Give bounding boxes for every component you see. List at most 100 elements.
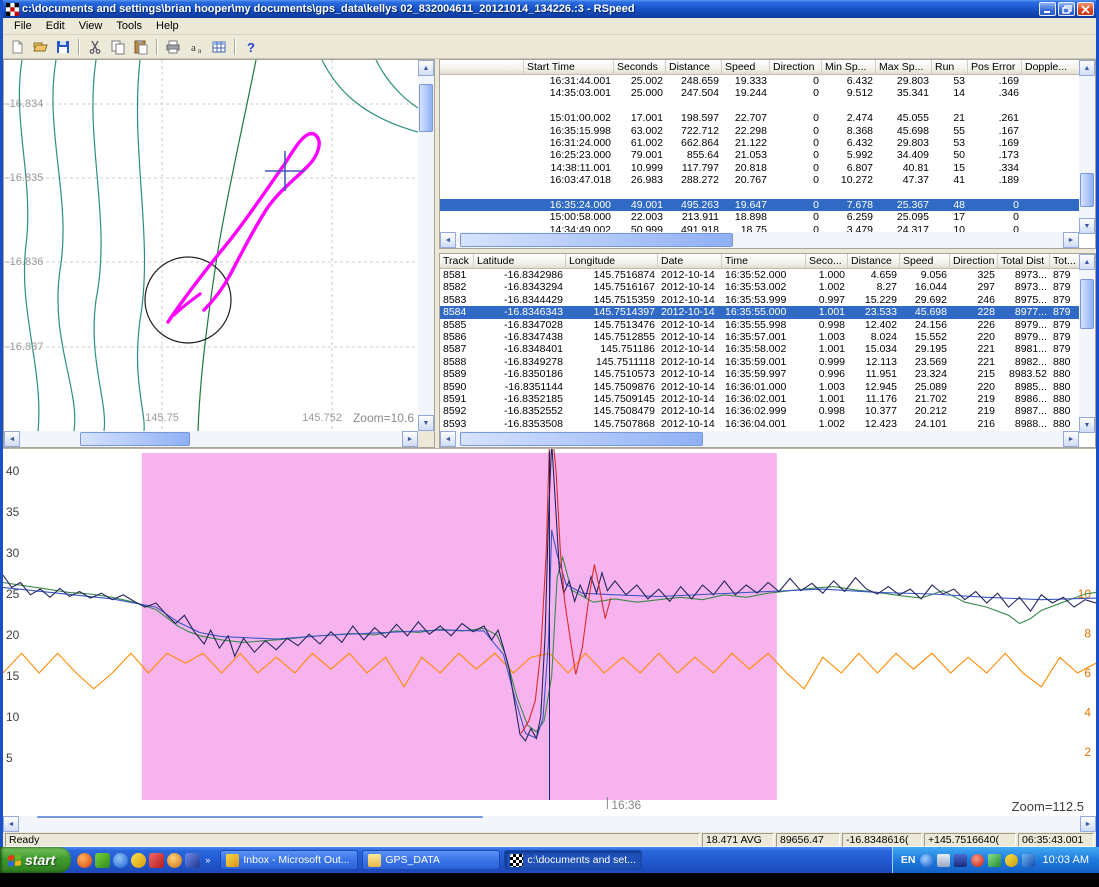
points-horizontal-scrollbar[interactable]: ◄ ► bbox=[440, 431, 1079, 447]
column-header[interactable]: Seconds bbox=[614, 60, 666, 75]
table-row[interactable]: 8590-16.8351144145.75098762012-10-1416:3… bbox=[440, 381, 1080, 393]
table-cell[interactable]: 0.999 bbox=[806, 356, 848, 368]
table-cell[interactable]: 23.324 bbox=[900, 368, 950, 380]
table-cell[interactable]: 25.002 bbox=[614, 75, 666, 87]
map-vertical-scrollbar[interactable]: ▲ ▼ bbox=[418, 60, 434, 431]
table-cell[interactable]: 8975... bbox=[998, 294, 1050, 306]
close-button[interactable] bbox=[1077, 2, 1094, 16]
table-cell[interactable] bbox=[968, 187, 1022, 199]
table-cell[interactable]: 15:01:00.002 bbox=[524, 112, 614, 124]
table-cell[interactable] bbox=[968, 100, 1022, 112]
scroll-left-button[interactable]: ◄ bbox=[4, 431, 20, 447]
table-cell[interactable]: .169 bbox=[968, 75, 1022, 87]
scroll-down-button[interactable]: ▼ bbox=[418, 415, 434, 431]
table-cell[interactable] bbox=[770, 187, 822, 199]
table-cell[interactable]: 12.945 bbox=[848, 381, 900, 393]
table-cell[interactable]: 228 bbox=[950, 306, 998, 318]
table-cell[interactable]: 879 bbox=[1050, 294, 1080, 306]
table-cell[interactable] bbox=[614, 100, 666, 112]
table-cell[interactable]: 9.512 bbox=[822, 87, 876, 99]
table-cell[interactable] bbox=[440, 174, 524, 186]
table-cell[interactable] bbox=[722, 100, 770, 112]
table-row[interactable]: 16:35:15.99863.002722.71222.29808.36845.… bbox=[440, 125, 1080, 137]
copy-icon[interactable] bbox=[107, 37, 129, 57]
table-cell[interactable] bbox=[1022, 162, 1080, 174]
table-row[interactable]: 8586-16.8347438145.75128552012-10-1416:3… bbox=[440, 331, 1080, 343]
table-cell[interactable]: 2012-10-14 bbox=[658, 356, 722, 368]
taskbar-button-rspeed[interactable]: c:\documents and set... bbox=[504, 850, 642, 870]
table-cell[interactable]: 61.002 bbox=[614, 137, 666, 149]
title-bar[interactable]: c:\documents and settings\brian hooper\m… bbox=[3, 0, 1096, 18]
table-cell[interactable]: 8.27 bbox=[848, 281, 900, 293]
print-icon[interactable] bbox=[162, 37, 184, 57]
table-cell[interactable]: 1.001 bbox=[806, 343, 848, 355]
table-row[interactable]: 8581-16.8342986145.75168742012-10-1416:3… bbox=[440, 269, 1080, 281]
table-cell[interactable]: 16:35:52.000 bbox=[722, 269, 806, 281]
column-header[interactable]: Pos Error bbox=[968, 60, 1022, 75]
table-cell[interactable] bbox=[1022, 211, 1080, 223]
table-cell[interactable]: 16:35:55.000 bbox=[722, 306, 806, 318]
table-cell[interactable]: 8583 bbox=[440, 294, 474, 306]
table-cell[interactable]: 16:35:24.000 bbox=[524, 199, 614, 211]
table-row[interactable]: 16:25:23.00079.001855.6421.05305.99234.4… bbox=[440, 149, 1080, 161]
column-header[interactable]: Distance bbox=[848, 254, 900, 269]
table-cell[interactable]: 23.569 bbox=[900, 356, 950, 368]
table-cell[interactable]: .334 bbox=[968, 162, 1022, 174]
table-cell[interactable] bbox=[722, 187, 770, 199]
table-cell[interactable]: 880 bbox=[1050, 393, 1080, 405]
table-cell[interactable]: 2012-10-14 bbox=[658, 405, 722, 417]
table-cell[interactable]: 41 bbox=[932, 174, 968, 186]
table-cell[interactable]: 8985... bbox=[998, 381, 1050, 393]
table-cell[interactable]: -16.8346343 bbox=[474, 306, 566, 318]
table-cell[interactable] bbox=[1022, 187, 1080, 199]
table-cell[interactable]: 22.707 bbox=[722, 112, 770, 124]
table-cell[interactable] bbox=[440, 211, 524, 223]
table-cell[interactable]: .167 bbox=[968, 125, 1022, 137]
table-cell[interactable]: 288.272 bbox=[666, 174, 722, 186]
table-cell[interactable]: 19.244 bbox=[722, 87, 770, 99]
map-panel[interactable]: -16.834 -16.835 -16.836 -16.837 145.75 1… bbox=[3, 59, 435, 448]
save-icon[interactable] bbox=[52, 37, 74, 57]
table-cell[interactable]: 145.7507868 bbox=[566, 418, 658, 430]
table-cell[interactable]: 6.259 bbox=[822, 211, 876, 223]
table-cell[interactable]: 880 bbox=[1050, 381, 1080, 393]
table-cell[interactable]: .169 bbox=[968, 137, 1022, 149]
table-cell[interactable]: 16:35:59.001 bbox=[722, 356, 806, 368]
map-horizontal-scrollbar[interactable]: ◄ ► bbox=[4, 431, 418, 447]
table-cell[interactable]: 879 bbox=[1050, 306, 1080, 318]
table-cell[interactable]: 219 bbox=[950, 405, 998, 417]
table-cell[interactable]: 40.81 bbox=[876, 162, 932, 174]
table-cell[interactable]: 145.7509145 bbox=[566, 393, 658, 405]
table-cell[interactable] bbox=[440, 100, 524, 112]
table-cell[interactable]: 24.156 bbox=[900, 319, 950, 331]
table-cell[interactable]: 15 bbox=[932, 162, 968, 174]
table-cell[interactable]: 145.7516874 bbox=[566, 269, 658, 281]
table-cell[interactable]: 2012-10-14 bbox=[658, 281, 722, 293]
table-cell[interactable]: .346 bbox=[968, 87, 1022, 99]
column-header[interactable]: Start Time bbox=[524, 60, 614, 75]
table-cell[interactable]: 722.712 bbox=[666, 125, 722, 137]
quick-launch-icon-5[interactable] bbox=[149, 853, 164, 868]
table-cell[interactable]: 2012-10-14 bbox=[658, 381, 722, 393]
table-cell[interactable]: 16:35:15.998 bbox=[524, 125, 614, 137]
help-icon[interactable]: ? bbox=[240, 37, 262, 57]
chart-horizontal-scrollbar[interactable]: ◄ ► bbox=[3, 816, 1096, 832]
table-cell[interactable]: .173 bbox=[968, 149, 1022, 161]
table-row[interactable]: 8589-16.8350186145.75105732012-10-1416:3… bbox=[440, 368, 1080, 380]
table-cell[interactable]: 1.001 bbox=[806, 306, 848, 318]
table-cell[interactable]: 16:36:04.001 bbox=[722, 418, 806, 430]
scroll-right-button[interactable]: ► bbox=[1080, 816, 1096, 832]
scrollbar-track[interactable] bbox=[19, 816, 1080, 832]
table-cell[interactable]: 0 bbox=[770, 174, 822, 186]
quick-launch-icon-1[interactable] bbox=[77, 853, 92, 868]
scroll-right-button[interactable]: ► bbox=[402, 431, 418, 447]
table-cell[interactable]: 8592 bbox=[440, 405, 474, 417]
table-cell[interactable]: 21.702 bbox=[900, 393, 950, 405]
table-cell[interactable]: 8.368 bbox=[822, 125, 876, 137]
table-cell[interactable]: 219 bbox=[950, 393, 998, 405]
table-cell[interactable]: 2012-10-14 bbox=[658, 319, 722, 331]
table-cell[interactable]: 45.055 bbox=[876, 112, 932, 124]
table-cell[interactable]: 8590 bbox=[440, 381, 474, 393]
table-cell[interactable]: 16:35:57.001 bbox=[722, 331, 806, 343]
column-header[interactable]: Run bbox=[932, 60, 968, 75]
